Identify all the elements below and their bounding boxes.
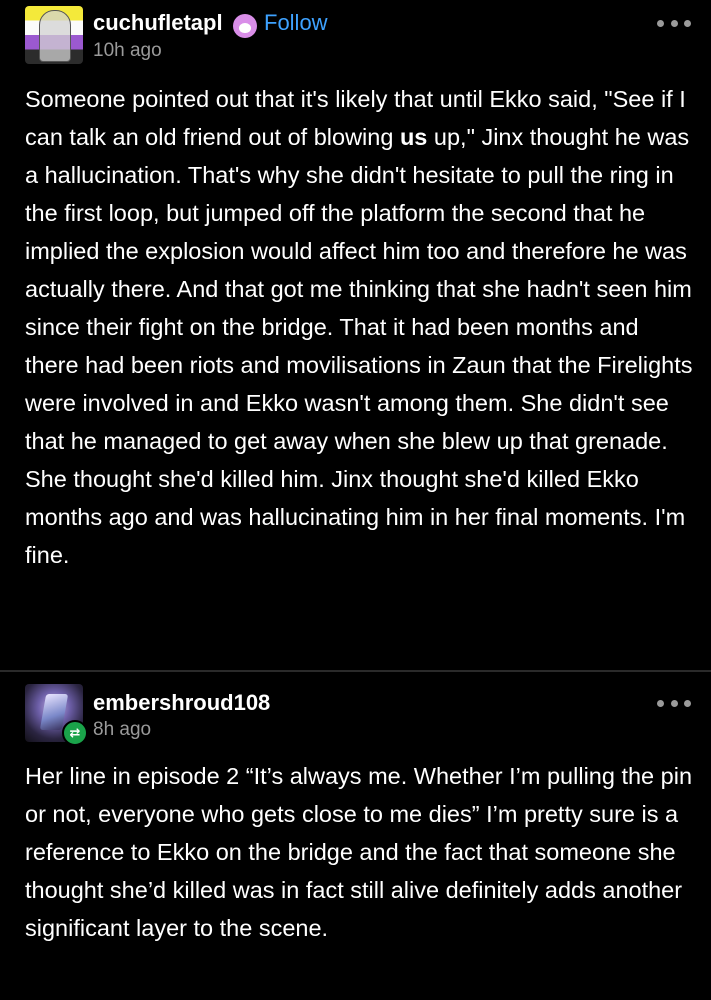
paw-icon [239,23,251,33]
follow-button[interactable]: Follow [264,10,328,36]
post-body: Someone pointed out that it's likely tha… [25,80,693,574]
post-body: Her line in episode 2 “It’s always me. W… [25,763,693,941]
reblog-icon: ⇄ [62,720,88,746]
more-options-icon[interactable] [657,696,691,710]
post-text-bold: us [399,124,428,150]
timestamp[interactable]: 10h ago [93,40,162,62]
post-1: cuchufletapl Follow 10h ago Someone poin… [0,0,711,670]
avatar[interactable] [25,6,83,64]
more-options-icon[interactable] [657,16,691,30]
post-text-end: up," Jinx thought he was a hallucination… [25,124,693,568]
paw-badge-icon[interactable] [233,14,257,38]
username[interactable]: cuchufletapl [93,10,223,36]
post-2: ⇄ embershroud108 8h ago Her line in epis… [0,672,711,1000]
avatar-figure [39,10,71,62]
username[interactable]: embershroud108 [93,690,270,716]
timestamp[interactable]: 8h ago [93,719,151,741]
